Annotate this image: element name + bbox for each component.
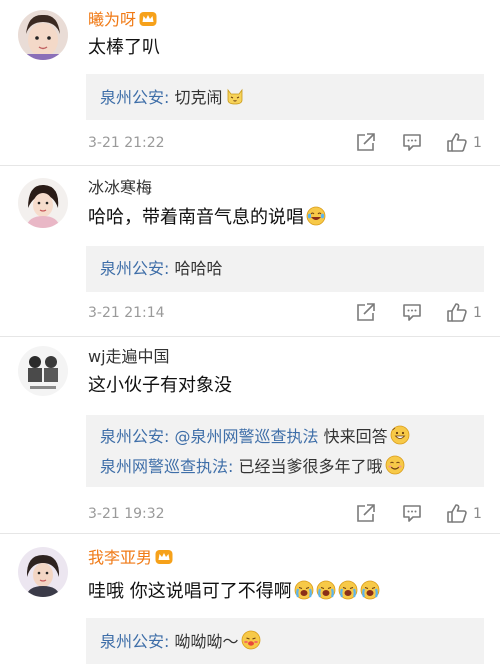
- smile-emoji-icon: [385, 455, 405, 475]
- comment-text: 这小伙子有对象没: [88, 375, 232, 396]
- reply-item[interactable]: 泉州公安: 哈哈哈: [100, 258, 223, 280]
- reply-author[interactable]: 泉州公安: [100, 259, 164, 278]
- vip-crown-icon: [139, 11, 157, 27]
- comment-icon[interactable]: [401, 131, 423, 153]
- reply-item[interactable]: 泉州公安: @泉州网警巡查执法 快来回答: [100, 425, 410, 448]
- blush-emoji-icon: [241, 630, 261, 650]
- timestamp: 3-21 21:14: [88, 305, 165, 321]
- cry-laugh-emoji-icon: [338, 580, 358, 600]
- username[interactable]: 我李亚男: [88, 548, 173, 568]
- grin-emoji-icon: [390, 425, 410, 445]
- comment-text: 哇哦 你这说唱可了不得啊: [88, 580, 380, 604]
- comment-icon[interactable]: [401, 301, 423, 323]
- like-count: 1: [473, 135, 482, 151]
- reply-author[interactable]: 泉州网警巡查执法: [100, 457, 228, 476]
- like-count: 1: [473, 506, 482, 522]
- reply-box: 泉州公安: 哈哈哈: [86, 246, 484, 292]
- comment-item: 我李亚男 哇哦 你这说唱可了不得啊 泉州公安: 呦呦呦～: [0, 534, 500, 670]
- reply-separator: :: [164, 88, 175, 107]
- avatar[interactable]: [18, 10, 68, 60]
- reply-item[interactable]: 泉州网警巡查执法: 已经当爹很多年了哦: [100, 455, 405, 478]
- comment-icon[interactable]: [401, 502, 423, 524]
- cry-laugh-emoji-icon: [360, 580, 380, 600]
- avatar[interactable]: [18, 547, 68, 597]
- reply-box: 泉州公安: @泉州网警巡查执法 快来回答 泉州网警巡查执法: 已经当爹很多年了哦: [86, 415, 484, 487]
- share-icon[interactable]: [355, 131, 377, 153]
- reply-item[interactable]: 泉州公安: 切克闹: [100, 86, 245, 109]
- like-count: 1: [473, 305, 482, 321]
- thumbs-up-icon[interactable]: [446, 131, 468, 153]
- cat-emoji-icon: [225, 86, 245, 106]
- reply-text: 哈哈哈: [174, 259, 223, 278]
- reply-text: 已经当爹很多年了哦: [238, 457, 383, 476]
- thumbs-up-icon[interactable]: [446, 502, 468, 524]
- reply-text: 切克闹: [174, 88, 223, 107]
- username[interactable]: wj走遍中国: [88, 347, 170, 367]
- reply-separator: :: [164, 427, 175, 446]
- reply-box: 泉州公安: 切克闹: [86, 74, 484, 120]
- reply-separator: :: [164, 259, 175, 278]
- comment-text: 哈哈，带着南音气息的说唱: [88, 206, 326, 230]
- timestamp: 3-21 19:32: [88, 506, 165, 522]
- share-icon[interactable]: [355, 502, 377, 524]
- laugh-tears-emoji-icon: [306, 206, 326, 226]
- reply-text: 快来回答: [318, 427, 388, 446]
- comment-item: 冰冰寒梅 哈哈，带着南音气息的说唱 泉州公安: 哈哈哈 3-21 21:14 1: [0, 166, 500, 338]
- reply-author[interactable]: 泉州公安: [100, 427, 164, 446]
- thumbs-up-icon[interactable]: [446, 301, 468, 323]
- reply-text: 呦呦呦～: [174, 632, 239, 651]
- mention-link[interactable]: @泉州网警巡查执法: [175, 427, 319, 446]
- comment-text: 太棒了叭: [88, 37, 160, 58]
- reply-author[interactable]: 泉州公安: [100, 88, 164, 107]
- cry-laugh-emoji-icon: [294, 580, 314, 600]
- avatar[interactable]: [18, 346, 68, 396]
- username[interactable]: 冰冰寒梅: [88, 178, 152, 198]
- reply-box: 泉州公安: 呦呦呦～: [86, 618, 484, 664]
- share-icon[interactable]: [355, 301, 377, 323]
- avatar[interactable]: [18, 178, 68, 228]
- reply-separator: :: [164, 632, 175, 651]
- cry-laugh-emoji-icon: [316, 580, 336, 600]
- timestamp: 3-21 21:22: [88, 135, 165, 151]
- vip-crown-icon: [155, 549, 173, 565]
- comment-item: 曦为呀 太棒了叭 泉州公安: 切克闹 3-21 21:22 1: [0, 0, 500, 168]
- reply-separator: :: [228, 457, 239, 476]
- comment-item: wj走遍中国 这小伙子有对象没 泉州公安: @泉州网警巡查执法 快来回答 泉州网…: [0, 337, 500, 533]
- reply-item[interactable]: 泉州公安: 呦呦呦～: [100, 630, 261, 653]
- reply-author[interactable]: 泉州公安: [100, 632, 164, 651]
- username[interactable]: 曦为呀: [88, 10, 157, 30]
